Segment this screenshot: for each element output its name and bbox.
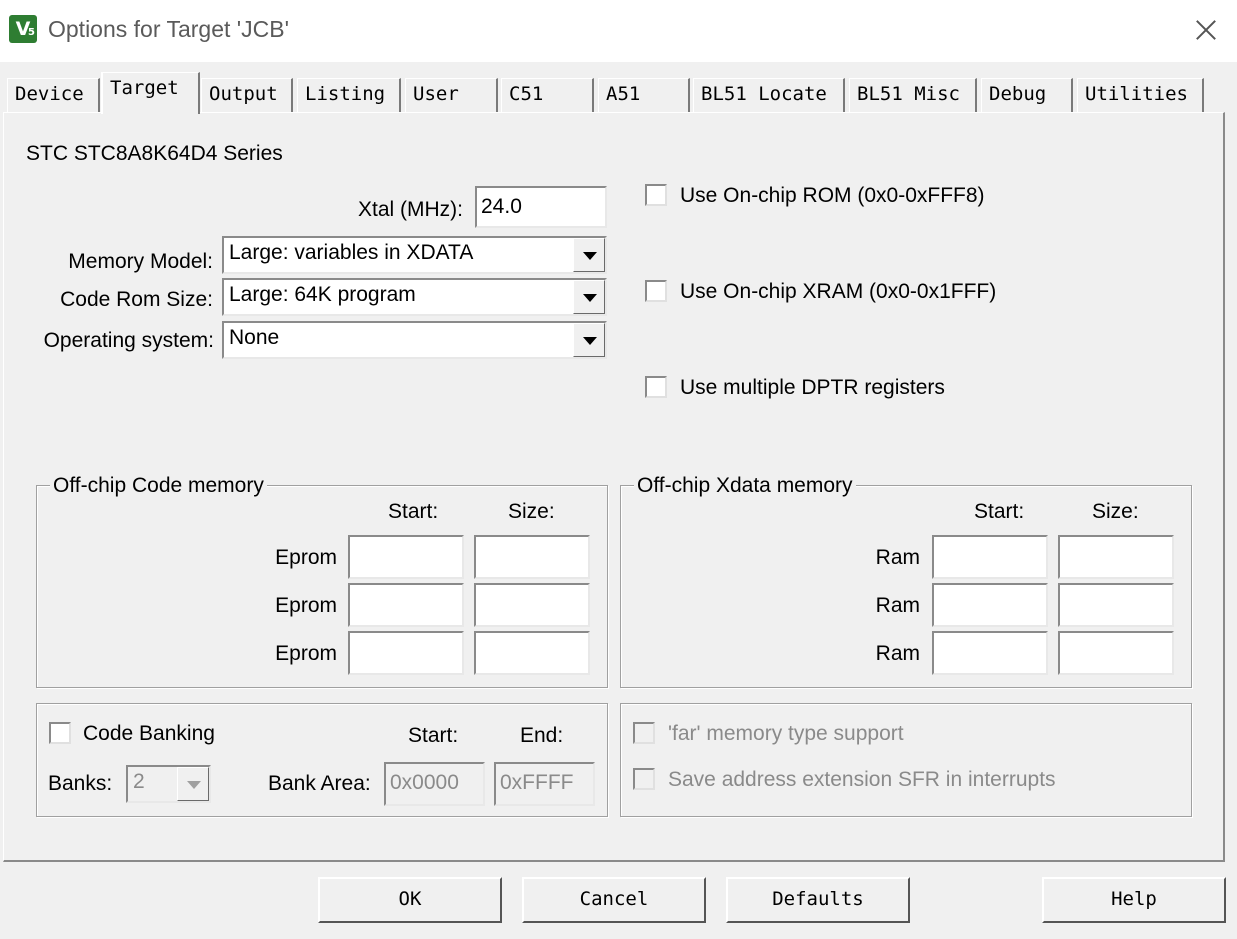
close-icon[interactable] bbox=[1180, 10, 1230, 50]
chevron-down-icon[interactable] bbox=[573, 238, 605, 272]
eprom-1-size-input[interactable] bbox=[474, 535, 590, 579]
tab-utilities[interactable]: Utilities bbox=[1077, 78, 1204, 112]
ram-2-start-input[interactable] bbox=[932, 583, 1048, 627]
onchip-xram-label: Use On-chip XRAM (0x0-0x1FFF) bbox=[680, 280, 997, 303]
tab-label: BL51 Locate bbox=[701, 83, 827, 105]
os-label: Operating system: bbox=[43, 329, 214, 352]
ram-1-size-input[interactable] bbox=[1058, 535, 1174, 579]
tab-listing[interactable]: Listing bbox=[297, 78, 401, 112]
banks-label: Banks: bbox=[48, 772, 113, 795]
eprom-3-size-input[interactable] bbox=[474, 631, 590, 675]
eprom-label: Eprom bbox=[275, 546, 337, 569]
os-select[interactable]: None bbox=[222, 321, 607, 359]
ok-button[interactable]: OK bbox=[318, 877, 502, 923]
far-memory-checkbox[interactable] bbox=[633, 722, 655, 744]
ram-1-start-input[interactable] bbox=[932, 535, 1048, 579]
code-size-header: Size: bbox=[508, 500, 555, 523]
multi-dptr-label: Use multiple DPTR registers bbox=[680, 376, 945, 399]
onchip-rom-checkbox[interactable] bbox=[645, 184, 667, 206]
xdata-start-header: Start: bbox=[974, 500, 1025, 523]
code-rom-select[interactable]: Large: 64K program bbox=[222, 278, 607, 316]
multi-dptr-checkbox[interactable] bbox=[645, 376, 667, 398]
ram-label: Ram bbox=[875, 546, 920, 569]
eprom-label: Eprom bbox=[275, 594, 337, 617]
eprom-3-start-input[interactable] bbox=[348, 631, 464, 675]
cancel-button[interactable]: Cancel bbox=[522, 877, 706, 923]
tab-label: Listing bbox=[305, 83, 386, 105]
onchip-rom-label: Use On-chip ROM (0x0-0xFFF8) bbox=[680, 184, 985, 207]
code-memory-legend: Off-chip Code memory bbox=[50, 474, 267, 498]
chevron-down-icon[interactable] bbox=[573, 280, 605, 314]
code-rom-value: Large: 64K program bbox=[229, 283, 416, 306]
xdata-memory-legend: Off-chip Xdata memory bbox=[634, 474, 856, 498]
ram-3-start-input[interactable] bbox=[932, 631, 1048, 675]
ram-3-size-input[interactable] bbox=[1058, 631, 1174, 675]
xdata-size-header: Size: bbox=[1092, 500, 1139, 523]
defaults-button[interactable]: Defaults bbox=[726, 877, 910, 923]
memory-model-label: Memory Model: bbox=[68, 250, 213, 273]
memory-model-select[interactable]: Large: variables in XDATA bbox=[222, 236, 607, 274]
ram-label: Ram bbox=[875, 642, 920, 665]
tab-label: Utilities bbox=[1085, 83, 1188, 105]
tab-label: C51 bbox=[509, 83, 544, 105]
bank-end-input[interactable]: 0xFFFF bbox=[494, 762, 595, 806]
bank-area-label: Bank Area: bbox=[268, 772, 371, 795]
tab-user[interactable]: User bbox=[405, 78, 498, 112]
tab-label: A51 bbox=[606, 83, 641, 105]
chevron-down-icon[interactable] bbox=[177, 767, 209, 801]
save-sfr-label: Save address extension SFR in interrupts bbox=[668, 768, 1056, 791]
tab-output[interactable]: Output bbox=[201, 78, 293, 112]
eprom-2-start-input[interactable] bbox=[348, 583, 464, 627]
tab-label: Device bbox=[15, 83, 84, 105]
code-banking-label: Code Banking bbox=[83, 722, 215, 745]
code-rom-label: Code Rom Size: bbox=[60, 288, 213, 311]
save-sfr-checkbox[interactable] bbox=[633, 768, 655, 790]
tab-label: BL51 Misc bbox=[857, 83, 960, 105]
window-title: Options for Target 'JCB' bbox=[48, 16, 290, 42]
tab-label: Target bbox=[110, 77, 179, 99]
tab-label: User bbox=[413, 83, 459, 105]
banks-select[interactable]: 2 bbox=[126, 765, 211, 803]
tab-bl51-misc[interactable]: BL51 Misc bbox=[849, 78, 977, 112]
tab-debug[interactable]: Debug bbox=[981, 78, 1073, 112]
tab-a51[interactable]: A51 bbox=[598, 78, 690, 112]
tab-device[interactable]: Device bbox=[7, 78, 100, 112]
eprom-1-start-input[interactable] bbox=[348, 535, 464, 579]
banks-value: 2 bbox=[133, 770, 145, 793]
memory-model-value: Large: variables in XDATA bbox=[229, 241, 474, 264]
bank-start-input[interactable]: 0x0000 bbox=[384, 762, 485, 806]
tab-c51[interactable]: C51 bbox=[501, 78, 594, 112]
chevron-down-icon[interactable] bbox=[573, 323, 605, 357]
eprom-label: Eprom bbox=[275, 642, 337, 665]
tab-label: Output bbox=[209, 83, 278, 105]
bank-start-header: Start: bbox=[408, 724, 459, 747]
os-value: None bbox=[229, 326, 280, 349]
bank-end-header: End: bbox=[520, 724, 564, 747]
far-memory-label: 'far' memory type support bbox=[668, 722, 904, 745]
help-button[interactable]: Help bbox=[1042, 877, 1226, 923]
code-banking-checkbox[interactable] bbox=[49, 722, 71, 744]
xtal-input[interactable]: 24.0 bbox=[475, 186, 607, 228]
keil-uvision-icon: V5 bbox=[9, 15, 37, 43]
device-name: STC STC8A8K64D4 Series bbox=[26, 142, 283, 165]
ram-2-size-input[interactable] bbox=[1058, 583, 1174, 627]
xtal-label: Xtal (MHz): bbox=[358, 198, 463, 221]
code-start-header: Start: bbox=[388, 500, 439, 523]
tab-label: Debug bbox=[989, 83, 1047, 105]
ram-label: Ram bbox=[875, 594, 920, 617]
extras-group bbox=[620, 703, 1192, 817]
eprom-2-size-input[interactable] bbox=[474, 583, 590, 627]
tab-bl51-locate[interactable]: BL51 Locate bbox=[693, 78, 845, 112]
onchip-xram-checkbox[interactable] bbox=[645, 280, 667, 302]
tab-target[interactable]: Target bbox=[101, 72, 200, 114]
